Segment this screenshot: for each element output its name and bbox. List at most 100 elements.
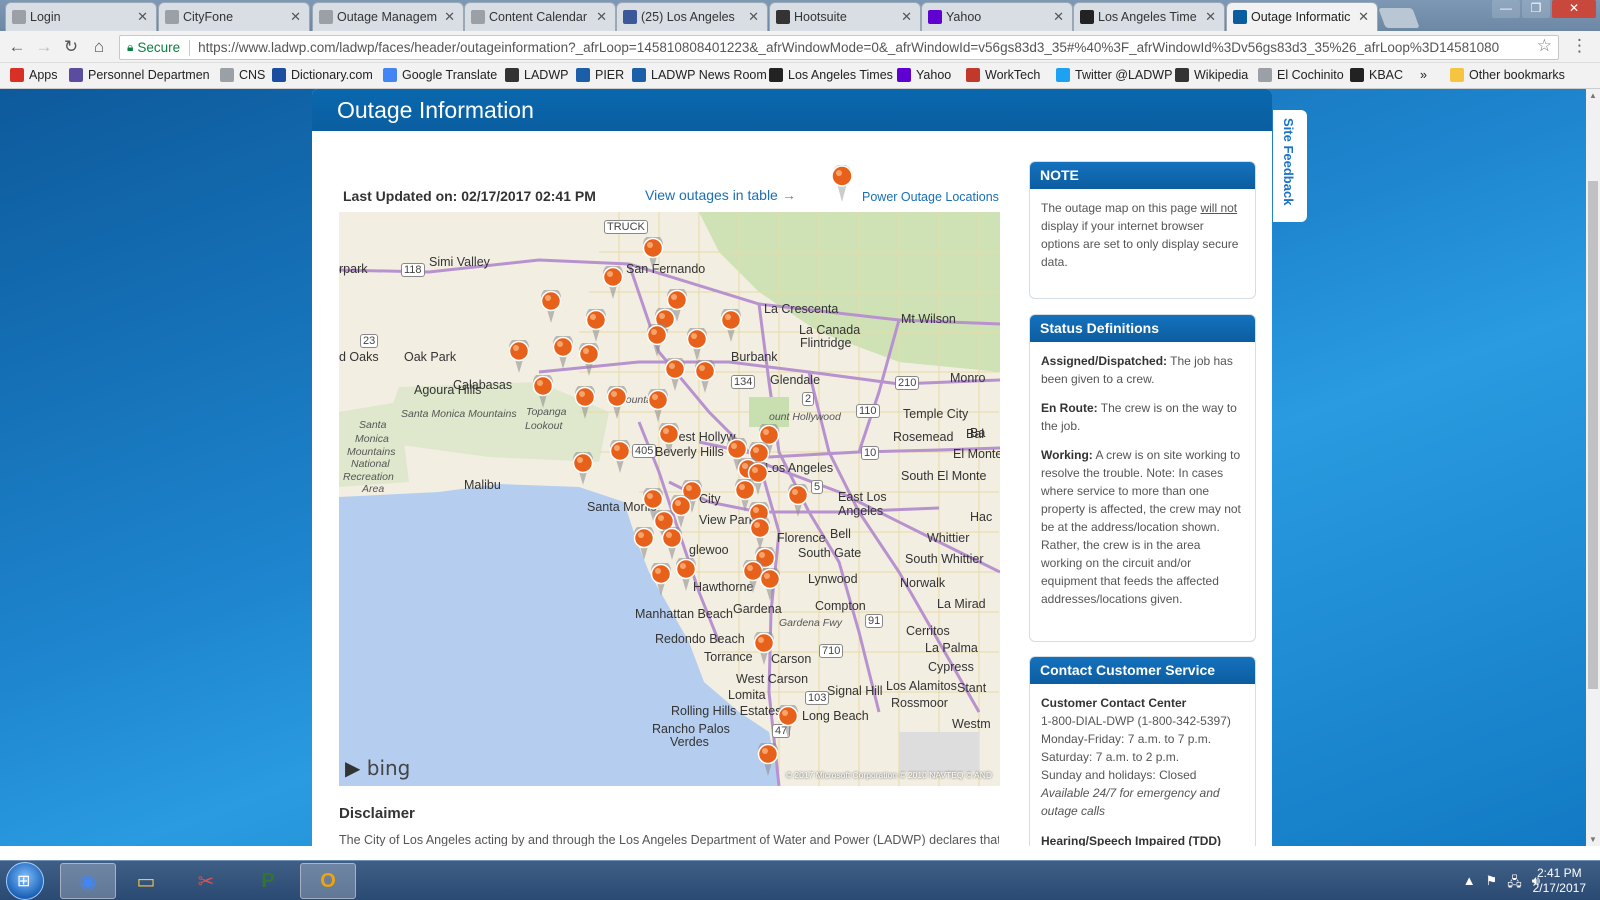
url-text[interactable]: https://www.ladwp.com/ladwp/faces/header… <box>198 40 1558 55</box>
bookmark-item[interactable]: Yahoo <box>897 68 951 82</box>
outage-pin[interactable] <box>664 358 686 392</box>
view-outages-table-link[interactable]: View outages in table → <box>645 187 796 203</box>
bookmark-item[interactable]: Personnel Departmen <box>69 68 210 82</box>
browser-tab[interactable]: Los Angeles Time ✕ <box>1073 2 1225 31</box>
outage-pin[interactable] <box>609 440 631 474</box>
outage-pin[interactable] <box>694 360 716 394</box>
outage-pin[interactable] <box>508 340 530 374</box>
tab-close-icon[interactable]: ✕ <box>1053 9 1064 25</box>
browser-tab[interactable]: Outage Managem ✕ <box>312 2 464 31</box>
close-window-icon[interactable]: ✕ <box>1552 0 1596 18</box>
reload-icon[interactable]: ↻ <box>60 36 82 58</box>
browser-tab[interactable]: Outage Informatic ✕ <box>1226 2 1378 31</box>
new-tab-button[interactable] <box>1378 8 1420 28</box>
bookmark-star-icon[interactable]: ☆ <box>1537 36 1552 56</box>
outage-map[interactable]: Simi Valley San Fernando La Crescenta Mt Wi… <box>339 212 1000 786</box>
outage-pin[interactable] <box>777 705 799 739</box>
tab-close-icon[interactable]: ✕ <box>444 9 455 25</box>
chrome-icon[interactable]: ◉ <box>60 863 116 899</box>
browser-tab[interactable]: Login ✕ <box>5 2 157 31</box>
tab-close-icon[interactable]: ✕ <box>1205 9 1216 25</box>
outage-pin[interactable] <box>675 558 697 592</box>
outage-pin[interactable] <box>647 389 669 423</box>
tab-close-icon[interactable]: ✕ <box>290 9 301 25</box>
scroll-up-icon[interactable]: ▲ <box>1589 91 1597 100</box>
bookmark-item[interactable]: WorkTech <box>966 68 1040 82</box>
tab-close-icon[interactable]: ✕ <box>137 9 148 25</box>
bookmark-item[interactable]: Los Angeles Times <box>769 68 893 82</box>
bookmark-item[interactable]: CNS <box>220 68 265 82</box>
outage-pin[interactable] <box>646 324 668 358</box>
outage-pin[interactable] <box>787 484 809 518</box>
map-copyright: © 2017 Microsoft Corporation © 2010 NAVT… <box>785 770 992 780</box>
maximize-icon[interactable]: ❐ <box>1522 0 1550 18</box>
browser-tab[interactable]: Yahoo ✕ <box>921 2 1073 31</box>
minimize-icon[interactable]: — <box>1492 0 1520 18</box>
outage-pin[interactable] <box>574 386 596 420</box>
tab-close-icon[interactable]: ✕ <box>748 9 759 25</box>
clock[interactable]: 2:41 PM 2/17/2017 <box>1533 866 1586 896</box>
address-bar[interactable]: 🔒︎ Secure https://www.ladwp.com/ladwp/fa… <box>119 35 1559 60</box>
outage-pin[interactable] <box>585 309 607 343</box>
tray-arrow-icon[interactable]: ▲ <box>1463 873 1476 895</box>
site-feedback-tab[interactable]: Site Feedback <box>1273 110 1307 222</box>
forward-icon[interactable]: → <box>33 36 55 58</box>
map-label: d Oaks <box>339 350 379 364</box>
page-scrollbar[interactable]: ▲ ▼ <box>1586 89 1600 846</box>
bookmark-item[interactable]: LADWP News Room <box>632 68 767 82</box>
browser-tab[interactable]: Content Calendar ✕ <box>464 2 616 31</box>
scrollbar-thumb[interactable] <box>1588 181 1598 689</box>
bookmark-item[interactable]: El Cochinito <box>1258 68 1344 82</box>
tab-close-icon[interactable]: ✕ <box>596 9 607 25</box>
outage-pin[interactable] <box>572 452 594 486</box>
outage-pin[interactable] <box>753 632 775 666</box>
bookmark-item[interactable]: LADWP <box>505 68 568 82</box>
outage-pin[interactable] <box>642 237 664 271</box>
outage-pin[interactable] <box>749 517 771 551</box>
tab-close-icon[interactable]: ✕ <box>901 9 912 25</box>
tab-title: Content Calendar <box>489 10 587 24</box>
outage-pin[interactable] <box>686 328 708 362</box>
outage-pin[interactable] <box>661 527 683 561</box>
bookmark-item[interactable]: KBAC <box>1350 68 1403 82</box>
browser-tab[interactable]: CityFone ✕ <box>158 2 310 31</box>
file-explorer-icon[interactable]: ▭ <box>118 863 174 899</box>
tab-close-icon[interactable]: ✕ <box>1358 9 1369 25</box>
outage-pin[interactable] <box>540 290 562 324</box>
start-button[interactable]: ⊞ <box>6 862 44 900</box>
bookmark-item[interactable]: Wikipedia <box>1175 68 1248 82</box>
map-label: Norwalk <box>900 576 946 590</box>
outlook-icon[interactable]: O <box>300 863 356 899</box>
outage-pin[interactable] <box>532 375 554 409</box>
action-center-flag-icon[interactable]: ⚑ <box>1486 873 1498 895</box>
bookmarks-overflow[interactable]: » <box>1420 68 1427 82</box>
outage-pin[interactable] <box>658 423 680 457</box>
outage-pin[interactable] <box>552 336 574 370</box>
bookmark-item[interactable]: Google Translate <box>383 68 497 82</box>
snipping-tool-icon[interactable]: ✂ <box>178 863 234 899</box>
network-icon[interactable]: 🖧︎ <box>1507 873 1522 895</box>
status-item: Working: A crew is on site working to re… <box>1041 446 1244 608</box>
note-box: NOTE The outage map on this page will no… <box>1029 161 1256 299</box>
bookmark-item[interactable]: PIER <box>576 68 624 82</box>
outage-pin[interactable] <box>606 386 628 420</box>
outage-pin[interactable] <box>759 568 781 602</box>
bookmark-item[interactable]: Twitter @LADWP <box>1056 68 1172 82</box>
back-icon[interactable]: ← <box>6 36 28 58</box>
outage-pin[interactable] <box>633 527 655 561</box>
outage-pin[interactable] <box>602 266 624 300</box>
project-icon[interactable]: P <box>240 863 296 899</box>
chrome-menu-icon[interactable]: ⋮ <box>1571 36 1588 56</box>
bookmark-item[interactable]: Apps <box>10 68 58 82</box>
bookmark-item[interactable]: Dictionary.com <box>272 68 373 82</box>
scroll-down-icon[interactable]: ▼ <box>1589 835 1597 844</box>
bing-logo[interactable]: ▶ bing <box>345 756 410 780</box>
browser-tab[interactable]: (25) Los Angeles ✕ <box>616 2 768 31</box>
outage-pin[interactable] <box>578 343 600 377</box>
home-icon[interactable]: ⌂ <box>88 36 110 58</box>
outage-pin[interactable] <box>720 309 742 343</box>
browser-tab[interactable]: Hootsuite ✕ <box>769 2 921 31</box>
outage-pin[interactable] <box>650 563 672 597</box>
other-bookmarks[interactable]: Other bookmarks <box>1450 68 1565 82</box>
outage-pin[interactable] <box>757 743 779 777</box>
